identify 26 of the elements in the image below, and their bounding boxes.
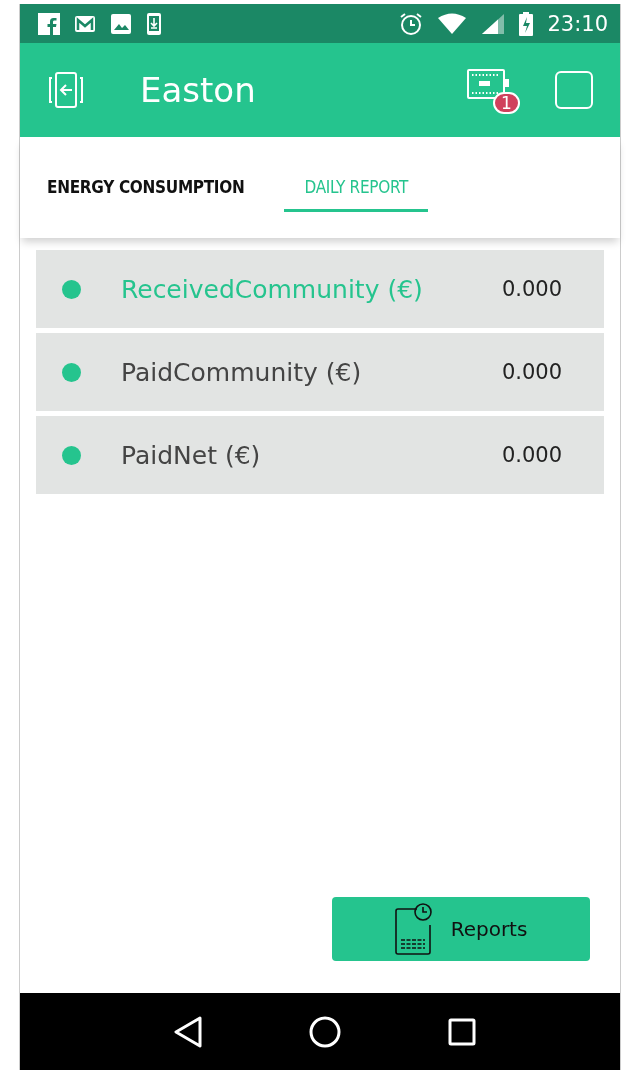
reports-button[interactable]: Reports (332, 897, 590, 961)
alarm-icon (399, 11, 424, 36)
tab[interactable]: ENERGY CONSUMPTION (27, 177, 265, 212)
facebook-icon (38, 12, 60, 35)
signal-icon (481, 12, 506, 35)
app-title: Easton (140, 70, 257, 110)
status-time: 23:10 (547, 11, 608, 36)
image-icon (110, 12, 132, 35)
metric-value: 0.000 (501, 277, 562, 301)
home-icon[interactable] (309, 1015, 341, 1048)
metric-label: ReceivedCommunity (€) (121, 274, 424, 304)
download-icon (146, 11, 162, 36)
notification-badge: 1 (493, 92, 520, 114)
back-icon[interactable] (173, 1015, 202, 1048)
recents-icon[interactable] (448, 1017, 477, 1046)
metric-row[interactable]: PaidNet (€) 0.000 (36, 416, 604, 494)
metric-label: PaidCommunity (€) (121, 357, 363, 387)
metric-label: PaidNet (€) (121, 440, 262, 470)
report-icon (394, 903, 433, 955)
wifi-icon (437, 12, 468, 35)
metric-row[interactable]: ReceivedCommunity (€) 0.000 (36, 250, 604, 328)
battery-icon (519, 11, 534, 36)
mail-icon (74, 14, 96, 33)
metric-value: 0.000 (501, 360, 562, 384)
metric-value: 0.000 (501, 443, 562, 467)
metric-row[interactable]: PaidCommunity (€) 0.000 (36, 333, 604, 411)
